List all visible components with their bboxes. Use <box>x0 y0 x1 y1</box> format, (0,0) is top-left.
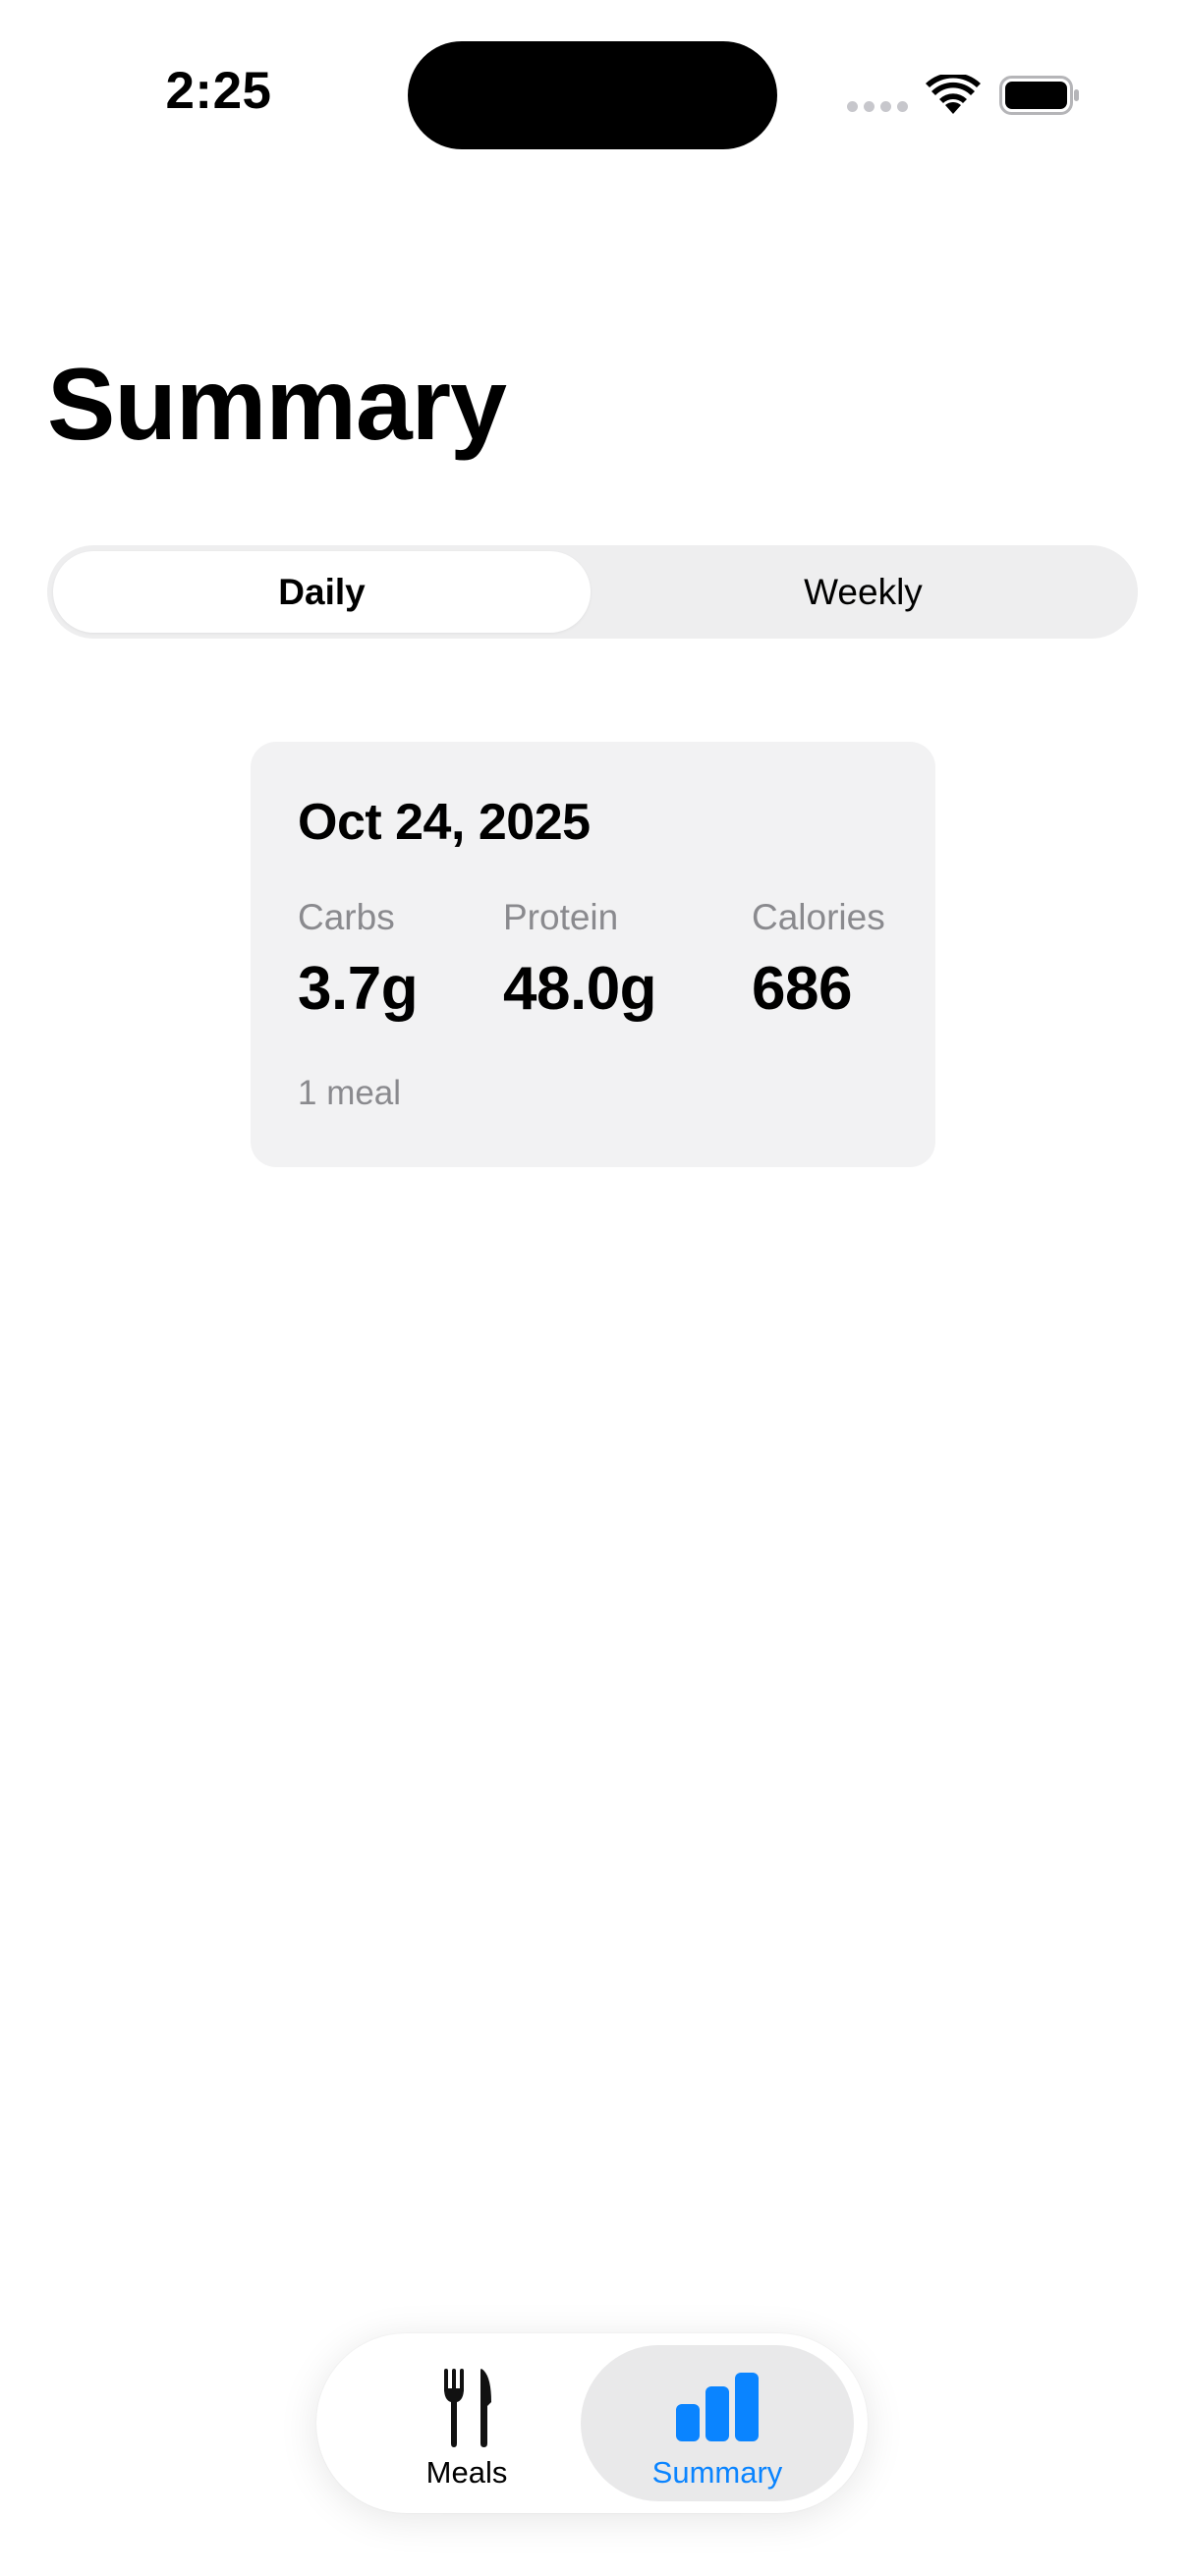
wifi-icon <box>926 75 981 114</box>
protein-metric: Protein 48.0g <box>503 897 657 1024</box>
daily-summary-card[interactable]: Oct 24, 2025 Carbs 3.7g Protein 48.0g Ca… <box>251 742 935 1167</box>
calories-value: 686 <box>752 955 852 1023</box>
tab-meals-label: Meals <box>425 2455 508 2490</box>
calories-metric: Calories 686 <box>752 897 885 1024</box>
page-title: Summary <box>47 348 507 462</box>
meal-count: 1 meal <box>298 1074 402 1112</box>
bar-chart-icon <box>676 2373 759 2441</box>
tab-summary-label: Summary <box>651 2455 783 2490</box>
segment-daily[interactable]: Daily <box>53 551 591 633</box>
protein-value: 48.0g <box>503 955 657 1023</box>
carbs-label: Carbs <box>298 897 395 937</box>
summary-screen: 2:25 Summary Daily Weekly Oct 24, 2025 C… <box>0 0 1185 2576</box>
tab-bar: Meals Summary <box>316 2333 868 2513</box>
status-time: 2:25 <box>165 62 272 120</box>
tab-meals[interactable]: Meals <box>330 2345 603 2501</box>
carbs-value: 3.7g <box>298 955 419 1023</box>
cellular-signal-icon <box>847 101 908 115</box>
dynamic-island <box>408 41 777 149</box>
fork-knife-icon <box>444 2369 491 2447</box>
period-segmented-control: Daily Weekly <box>47 545 1138 639</box>
card-date: Oct 24, 2025 <box>298 794 591 851</box>
tab-summary[interactable]: Summary <box>581 2345 854 2501</box>
protein-label: Protein <box>503 897 619 937</box>
segment-weekly[interactable]: Weekly <box>594 551 1132 633</box>
carbs-metric: Carbs 3.7g <box>298 897 419 1024</box>
calories-label: Calories <box>752 897 885 937</box>
battery-icon <box>999 76 1079 115</box>
